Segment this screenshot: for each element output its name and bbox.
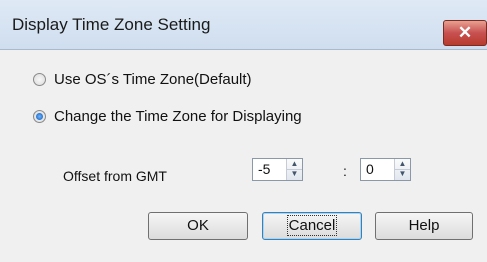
radio-label-use-os: Use OS´s Time Zone(Default) <box>54 71 252 88</box>
time-separator: : <box>343 163 347 179</box>
hours-spin-buttons: ▲ ▼ <box>286 159 302 180</box>
minutes-value[interactable]: 0 <box>366 161 374 177</box>
title-bar[interactable]: Display Time Zone Setting ✕ <box>0 0 487 50</box>
cancel-button[interactable]: Cancel <box>262 212 362 240</box>
radio-label-change-timezone: Change the Time Zone for Displaying <box>54 108 302 125</box>
hours-value[interactable]: -5 <box>258 161 270 177</box>
offset-from-gmt-label: Offset from GMT <box>63 168 167 184</box>
close-icon: ✕ <box>457 23 473 42</box>
dialog-window: Display Time Zone Setting ✕ Use OS´s Tim… <box>0 0 487 262</box>
close-button[interactable]: ✕ <box>443 20 487 46</box>
cancel-button-label: Cancel <box>286 215 338 236</box>
minutes-spin-buttons: ▲ ▼ <box>394 159 410 180</box>
help-button-label: Help <box>408 217 440 234</box>
dialog-title: Display Time Zone Setting <box>12 15 211 34</box>
radio-button-checked-icon[interactable] <box>33 110 46 123</box>
minutes-down-arrow-icon[interactable]: ▼ <box>395 169 410 179</box>
help-button[interactable]: Help <box>375 212 473 240</box>
minutes-spinbox[interactable]: 0 ▲ ▼ <box>360 158 411 181</box>
radio-change-timezone[interactable]: Change the Time Zone for Displaying <box>33 108 302 125</box>
radio-button-icon[interactable] <box>33 73 46 86</box>
ok-button[interactable]: OK <box>148 212 248 240</box>
ok-button-label: OK <box>187 217 209 234</box>
hours-down-arrow-icon[interactable]: ▼ <box>287 169 302 179</box>
hours-spinbox[interactable]: -5 ▲ ▼ <box>252 158 303 181</box>
radio-use-os-timezone[interactable]: Use OS´s Time Zone(Default) <box>33 71 252 88</box>
dialog-body: Use OS´s Time Zone(Default) Change the T… <box>0 50 487 262</box>
